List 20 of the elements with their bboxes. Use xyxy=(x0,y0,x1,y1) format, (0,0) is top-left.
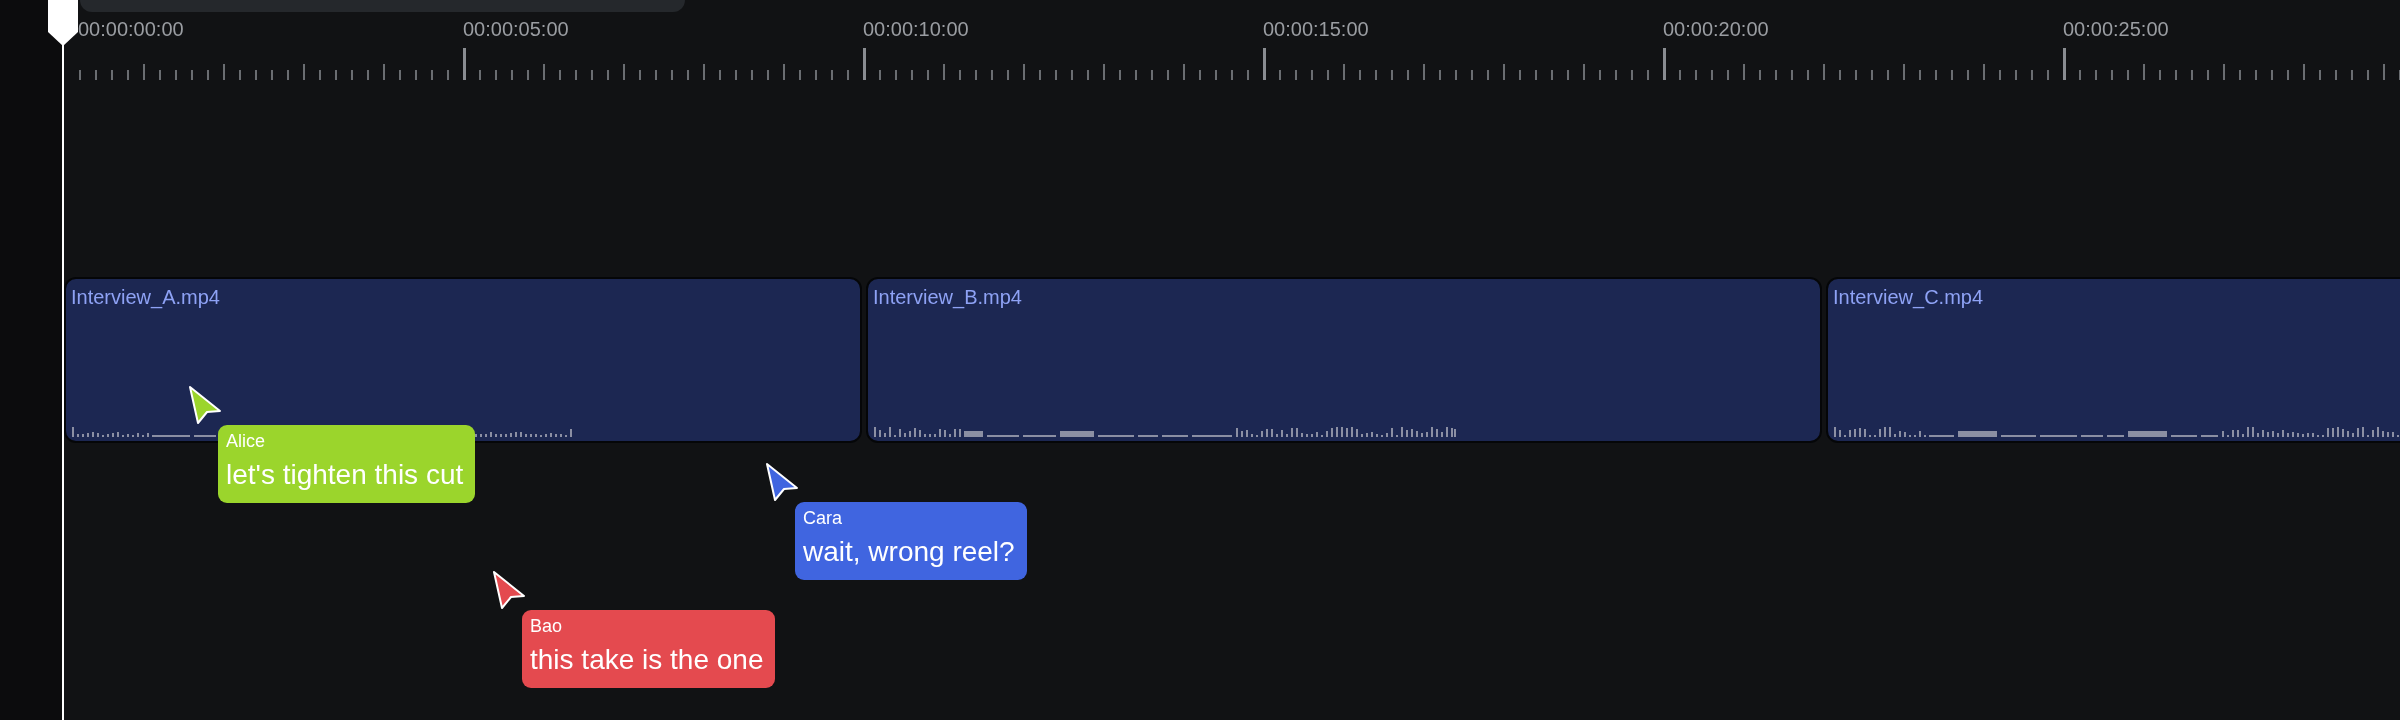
timecode-label: 00:00:20:00 xyxy=(1663,17,1769,41)
scrollbar[interactable] xyxy=(80,0,685,12)
timecode-label: 00:00:05:00 xyxy=(463,17,569,41)
comment-text: this take is the one xyxy=(530,644,765,676)
comment-text: let's tighten this cut xyxy=(226,459,465,491)
timecode-label: 00:00:15:00 xyxy=(1263,17,1369,41)
timecode-label: 00:00:00:00 xyxy=(78,17,184,41)
pointer-cursor-icon xyxy=(188,385,222,425)
collaborator-name: Cara xyxy=(803,508,843,528)
pointer-cursor-icon xyxy=(765,462,799,502)
video-clip[interactable]: Interview_B.mp4 xyxy=(866,277,1822,443)
collaborator-name: Bao xyxy=(530,616,564,636)
timecode-label: 00:00:10:00 xyxy=(863,17,969,41)
video-clip[interactable]: Interview_C.mp4 xyxy=(1826,277,2400,443)
clip-name: Interview_B.mp4 xyxy=(873,285,1022,309)
clip-name: Interview_C.mp4 xyxy=(1833,285,1984,309)
pointer-cursor-icon xyxy=(492,570,526,610)
timecode-label: 00:00:25:00 xyxy=(2063,17,2169,41)
comment-text: wait, wrong reel? xyxy=(803,536,1016,568)
clip-name: Interview_A.mp4 xyxy=(71,285,220,309)
